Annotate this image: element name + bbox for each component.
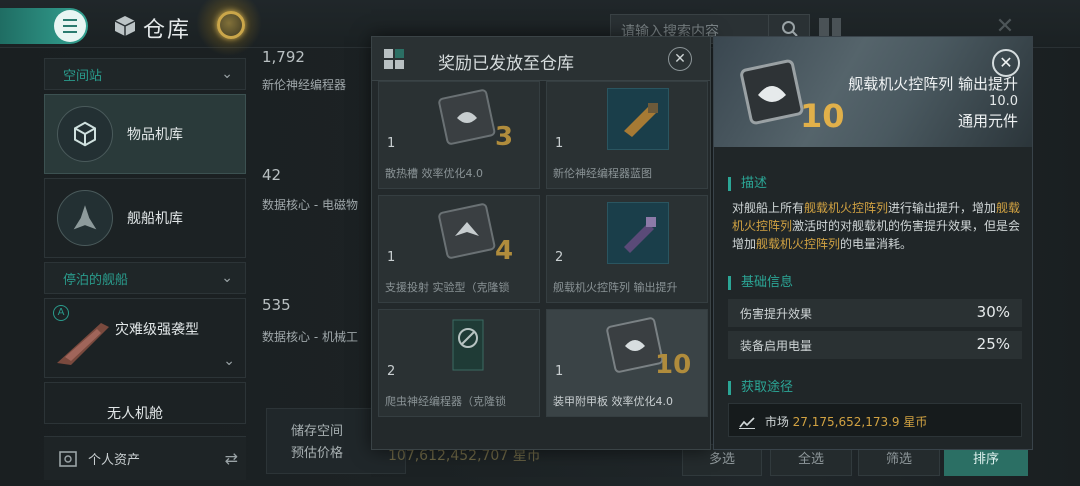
reward-modal: 奖励已发放至仓库 ✕ 3 1 散热槽 效率优化4.0 1 新伦神经编程器蓝图 4… <box>371 36 711 450</box>
stat-value: 25% <box>976 335 1010 353</box>
item-name: 数据核心 - 电磁物 <box>262 198 358 212</box>
sidebar-item-drone-bay[interactable]: 无人机舱 <box>44 382 246 424</box>
item-count: 1 <box>387 136 396 151</box>
sidebar-item-ship-hangar[interactable]: 舰船机库 <box>44 178 246 258</box>
item-level: 3 <box>495 122 514 152</box>
item-count: 1 <box>555 136 564 151</box>
description-title: 描述 <box>728 177 767 191</box>
ship-name: 灾难级强袭型 <box>115 322 199 338</box>
item-name: 新伦神经编程器 <box>262 78 347 92</box>
drone-bay-label: 无人机舱 <box>107 406 163 422</box>
chevron-down-icon: ⌄ <box>223 353 235 369</box>
sidebar-item-item-hangar[interactable]: 物品机库 <box>44 94 246 174</box>
component-card-icon <box>438 203 496 259</box>
source-title: 获取途径 <box>728 381 793 395</box>
item-description: 对舰船上所有舰载机火控阵列进行输出提升，增加舰载机火控阵列激活时的对舰载机的伤害… <box>732 201 1021 251</box>
chevron-down-icon: ⌄ <box>221 270 233 286</box>
reward-item-selected[interactable]: 10 1 装甲附甲板 效率优化4.0 <box>546 309 708 417</box>
item-name: 散热槽 效率优化4.0 <box>385 167 483 180</box>
item-count: 42 <box>262 166 282 184</box>
item-count: 2 <box>387 364 396 379</box>
menu-icon <box>54 10 86 42</box>
section-station-label: 空间站 <box>63 68 103 84</box>
item-count: 1 <box>387 250 396 265</box>
item-count: 1,792 <box>262 48 305 66</box>
item-name: 装甲附甲板 效率优化4.0 <box>553 395 673 408</box>
grid-icon <box>384 49 404 69</box>
chevron-down-icon: ⌄ <box>221 66 233 82</box>
item-name: 支援投射 实验型（克隆锁 <box>385 281 510 294</box>
stat-row: 装备启用电量 25% <box>728 331 1022 359</box>
item-name: 爬虫神经编程器（克隆锁 <box>385 395 506 408</box>
basic-info-title: 基础信息 <box>728 276 793 290</box>
item-level: 10 <box>655 350 692 380</box>
page-title: 仓库 <box>143 18 192 43</box>
section-docked-label: 停泊的舰船 <box>63 272 129 288</box>
item-name: 舰载机火控阵列 输出提升 <box>553 281 678 294</box>
list-item[interactable]: 42 数据核心 - 电磁物 <box>262 166 382 213</box>
sidebar: 空间站 ⌄ 物品机库 舰船机库 停泊的舰船 ⌄ A 灾难级强袭型 ⌄ 无人机舱 <box>44 58 246 436</box>
stat-value: 30% <box>976 303 1010 321</box>
list-item[interactable]: 535 数据核心 - 机械工 <box>262 296 382 345</box>
storage-label: 储存空间 <box>291 424 344 439</box>
sidebar-item-label: 物品机库 <box>127 127 183 143</box>
stat-label: 装备启用电量 <box>740 339 813 353</box>
personal-assets-label: 个人资产 <box>88 453 141 468</box>
reward-item[interactable]: 3 1 散热槽 效率优化4.0 <box>378 81 540 189</box>
reward-item[interactable]: 1 新伦神经编程器蓝图 <box>546 81 708 189</box>
item-count: 2 <box>555 250 564 265</box>
blueprint-icon <box>607 202 669 264</box>
blueprint-icon <box>607 88 669 150</box>
market-price: 27,175,652,173.9 星币 <box>792 415 928 429</box>
modal-title: 奖励已发放至仓库 <box>438 54 574 74</box>
item-count: 535 <box>262 296 291 314</box>
item-detail-panel: 10 舰载机火控阵列 输出提升 10.0 通用元件 ✕ 描述 对舰船上所有舰载机… <box>713 36 1033 450</box>
reward-item[interactable]: 4 1 支援投射 实验型（克隆锁 <box>378 195 540 303</box>
ship-icon <box>57 190 113 246</box>
component-card-icon <box>740 59 804 125</box>
menu-button[interactable] <box>0 8 88 44</box>
swap-icon[interactable]: ⇄ <box>225 449 238 468</box>
item-level: 10 <box>800 97 845 135</box>
item-name: 数据核心 - 机械工 <box>262 330 358 344</box>
reward-item[interactable]: 2 爬虫神经编程器（克隆锁 <box>378 309 540 417</box>
close-icon[interactable]: ✕ <box>668 47 692 71</box>
item-name: 舰载机火控阵列 输出提升 <box>848 75 1018 93</box>
component-card-icon <box>438 89 496 145</box>
sidebar-item-label: 舰船机库 <box>127 211 183 227</box>
chart-line-icon <box>739 416 755 429</box>
item-type: 通用元件 <box>957 112 1018 130</box>
modal-header: 奖励已发放至仓库 ✕ <box>372 37 710 81</box>
item-level: 4 <box>495 236 514 266</box>
warehouse-list: 1,792 新伦神经编程器 42 数据核心 - 电磁物 535 数据核心 - 机… <box>262 48 382 408</box>
cube-icon <box>57 106 113 162</box>
docked-ship-item[interactable]: A 灾难级强袭型 ⌄ <box>44 298 246 378</box>
market-source-row[interactable]: 市场 27,175,652,173.9 星币 <box>728 403 1022 437</box>
source-label: 市场 <box>764 415 789 429</box>
box-icon <box>114 16 136 36</box>
section-station[interactable]: 空间站 ⌄ <box>44 58 246 90</box>
stat-row: 伤害提升效果 30% <box>728 299 1022 327</box>
item-value: 10.0 <box>989 94 1018 109</box>
stat-label: 伤害提升效果 <box>740 307 813 321</box>
ship-thumbnail-icon <box>57 323 109 365</box>
item-count: 1 <box>555 364 564 379</box>
section-docked-ships[interactable]: 停泊的舰船 ⌄ <box>44 262 246 294</box>
close-icon[interactable]: ✕ <box>992 49 1020 77</box>
detail-header: 10 舰载机火控阵列 输出提升 10.0 通用元件 ✕ <box>714 37 1032 147</box>
personal-assets-button[interactable]: 个人资产 ⇄ <box>44 436 246 480</box>
reward-item[interactable]: 2 舰载机火控阵列 输出提升 <box>546 195 708 303</box>
neural-programmer-icon <box>452 319 484 371</box>
safe-icon <box>59 450 77 467</box>
item-name: 新伦神经编程器蓝图 <box>553 167 652 180</box>
list-item[interactable]: 1,792 新伦神经编程器 <box>262 48 382 93</box>
estimate-label: 预估价格 <box>291 446 344 461</box>
